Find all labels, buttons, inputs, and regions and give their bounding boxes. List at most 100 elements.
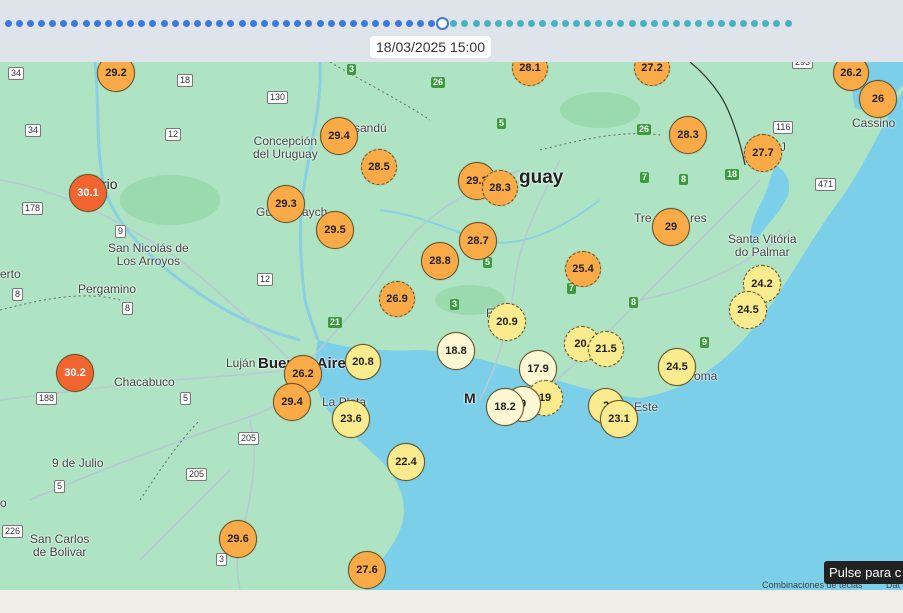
timeline-step[interactable] xyxy=(717,20,725,27)
timeline-step[interactable] xyxy=(695,20,703,27)
timeline-step[interactable] xyxy=(706,20,714,27)
temperature-marker[interactable]: 30.1 xyxy=(69,174,107,212)
timeline-step[interactable] xyxy=(60,20,68,27)
timeline-step[interactable] xyxy=(26,20,34,27)
timeline-step[interactable] xyxy=(617,20,625,27)
timeline-step[interactable] xyxy=(494,20,502,27)
temperature-marker[interactable]: 30.2 xyxy=(56,354,94,392)
temperature-marker[interactable]: 18.2 xyxy=(486,388,524,426)
timeline-step[interactable] xyxy=(205,20,213,27)
temperature-marker[interactable]: 26 xyxy=(859,80,897,118)
timeline-step[interactable] xyxy=(260,20,268,27)
temperature-marker[interactable]: 28.5 xyxy=(361,149,397,185)
temperature-marker[interactable]: 20.8 xyxy=(345,344,381,380)
temperature-marker[interactable]: 29.4 xyxy=(320,117,358,155)
timeline-step[interactable] xyxy=(528,20,536,27)
timeline-step[interactable] xyxy=(416,20,424,27)
temperature-marker[interactable]: 23.1 xyxy=(600,400,638,438)
timeline-step[interactable] xyxy=(227,20,235,27)
temperature-marker[interactable]: 20.9 xyxy=(488,303,526,341)
timeline-step[interactable] xyxy=(327,20,335,27)
temperature-marker[interactable]: 27.7 xyxy=(744,134,782,172)
timeline-step[interactable] xyxy=(82,20,90,27)
timeline-step[interactable] xyxy=(349,20,357,27)
temperature-marker[interactable]: 29.4 xyxy=(273,383,311,421)
temperature-marker[interactable]: 29.5 xyxy=(316,211,354,249)
timeline-step[interactable] xyxy=(394,20,402,27)
timeline-step[interactable] xyxy=(684,20,692,27)
temperature-marker[interactable]: 22.4 xyxy=(387,443,425,481)
timeline-step[interactable] xyxy=(539,20,547,27)
timeline-step[interactable] xyxy=(728,20,736,27)
timeline-step[interactable] xyxy=(4,20,12,27)
timeline-step[interactable] xyxy=(561,20,569,27)
timeline-step[interactable] xyxy=(149,20,157,27)
timeline-step[interactable] xyxy=(673,20,681,27)
temperature-marker[interactable]: 23.6 xyxy=(332,400,370,438)
timeline-step[interactable] xyxy=(461,20,469,27)
timeline-step[interactable] xyxy=(427,20,435,27)
timeline-step[interactable] xyxy=(249,20,257,27)
timeline-step[interactable] xyxy=(583,20,591,27)
timeline-step[interactable] xyxy=(773,20,781,27)
timeline-step[interactable] xyxy=(784,20,792,27)
timeline-step[interactable] xyxy=(639,20,647,27)
temperature-marker[interactable]: 25.4 xyxy=(565,251,601,287)
timeline-thumb[interactable] xyxy=(436,17,450,30)
timeline-step[interactable] xyxy=(517,20,525,27)
timeline-step[interactable] xyxy=(15,20,23,27)
temperature-marker[interactable]: 27.6 xyxy=(348,551,386,589)
timeline-step[interactable] xyxy=(49,20,57,27)
timeline-step[interactable] xyxy=(193,20,201,27)
temperature-marker[interactable]: 29.3 xyxy=(267,185,305,223)
timeline-step[interactable] xyxy=(283,20,291,27)
timeline-step[interactable] xyxy=(650,20,658,27)
timeline-step[interactable] xyxy=(138,20,146,27)
timeline-step[interactable] xyxy=(115,20,123,27)
temperature-marker[interactable]: 29 xyxy=(652,208,690,246)
temperature-marker[interactable]: 28.7 xyxy=(459,222,497,260)
temperature-marker[interactable]: 24.5 xyxy=(729,291,767,329)
timeline-step[interactable] xyxy=(405,20,413,27)
temperature-marker[interactable]: 28.8 xyxy=(421,242,459,280)
temperature-marker[interactable]: 21.5 xyxy=(588,331,624,367)
timeline-step[interactable] xyxy=(762,20,770,27)
timeline-step[interactable] xyxy=(628,20,636,27)
timeline-step[interactable] xyxy=(127,20,135,27)
timeline-step[interactable] xyxy=(316,20,324,27)
timeline-step[interactable] xyxy=(37,20,45,27)
temperature-marker[interactable]: 29.6 xyxy=(219,520,257,558)
timeline-step[interactable] xyxy=(505,20,513,27)
timeline-step[interactable] xyxy=(71,20,79,27)
timeline-step[interactable] xyxy=(739,20,747,27)
temperature-marker[interactable]: 28.3 xyxy=(482,170,518,206)
timeline-step[interactable] xyxy=(104,20,112,27)
timeline-step[interactable] xyxy=(338,20,346,27)
map-canvas[interactable]: sandú Concepción del Uruguay guay rio Gu… xyxy=(0,0,903,590)
timeline-step[interactable] xyxy=(550,20,558,27)
timeline-step[interactable] xyxy=(450,20,458,27)
temperature-marker[interactable]: 28.3 xyxy=(669,116,707,154)
timeline-step[interactable] xyxy=(160,20,168,27)
timeline-step[interactable] xyxy=(383,20,391,27)
timeline-step[interactable] xyxy=(472,20,480,27)
temperature-marker[interactable]: 26.9 xyxy=(379,281,415,317)
timeline-step[interactable] xyxy=(361,20,369,27)
timeline-step[interactable] xyxy=(483,20,491,27)
timeline-step[interactable] xyxy=(372,20,380,27)
timeline-step[interactable] xyxy=(216,20,224,27)
timeline-step[interactable] xyxy=(606,20,614,27)
timeline-step[interactable] xyxy=(271,20,279,27)
timeline-step[interactable] xyxy=(595,20,603,27)
timeline-step[interactable] xyxy=(294,20,302,27)
timeline-step[interactable] xyxy=(93,20,101,27)
temperature-marker[interactable]: 18.8 xyxy=(437,332,475,370)
timeline-step[interactable] xyxy=(238,20,246,27)
timeline-step[interactable] xyxy=(171,20,179,27)
temperature-marker[interactable]: 24.5 xyxy=(658,348,696,386)
timeline-step[interactable] xyxy=(305,20,313,27)
timeline-step[interactable] xyxy=(661,20,669,27)
timeline-step[interactable] xyxy=(572,20,580,27)
timeline-step[interactable] xyxy=(182,20,190,27)
timeline-step[interactable] xyxy=(751,20,759,27)
